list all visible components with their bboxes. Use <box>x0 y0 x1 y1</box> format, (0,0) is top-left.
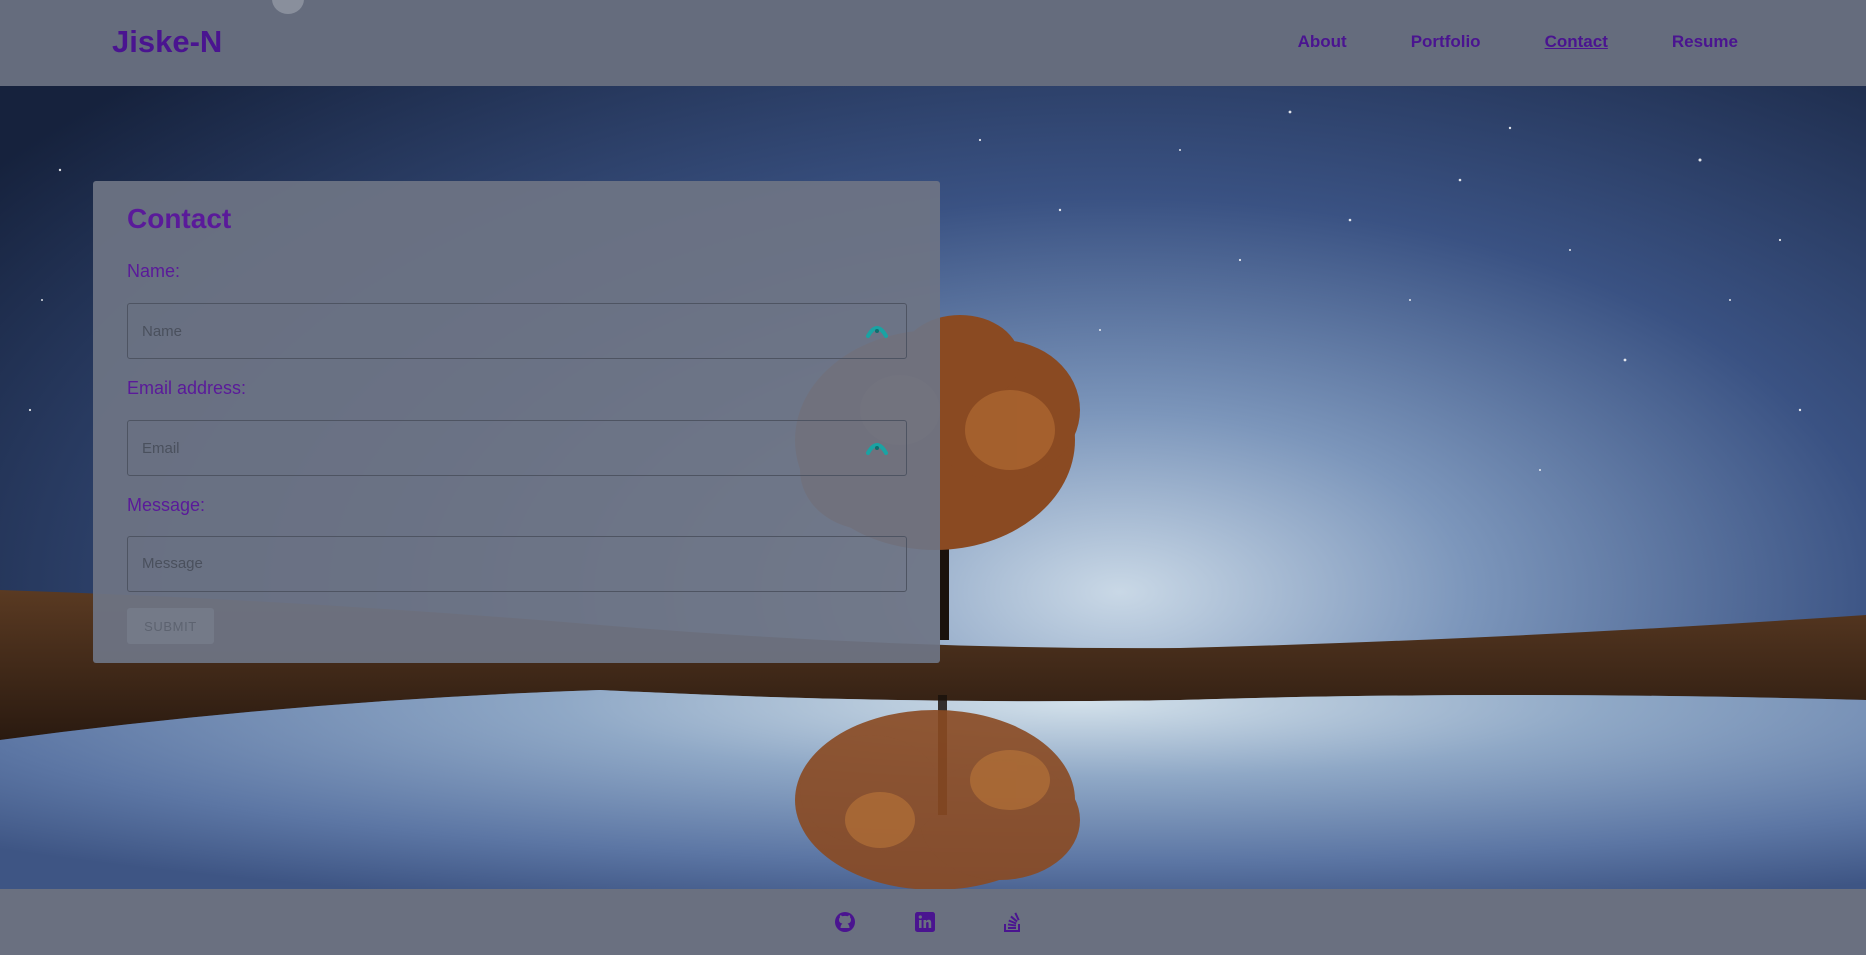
nav-link-portfolio[interactable]: Portfolio <box>1411 32 1481 52</box>
message-field <box>127 536 907 592</box>
site-header: Jiske-N About Portfolio Contact Resume <box>0 0 1866 86</box>
nav-link-contact[interactable]: Contact <box>1545 32 1608 52</box>
site-footer <box>0 889 1866 955</box>
email-label: Email address: <box>127 378 247 398</box>
contact-card: Contact Name: Email address: Message: SU… <box>93 181 940 663</box>
submit-button[interactable]: SUBMIT <box>127 608 214 644</box>
brand-logo-link[interactable]: Jiske-N <box>112 24 222 60</box>
github-icon <box>835 912 855 932</box>
moon-decoration <box>272 0 304 14</box>
password-manager-icon[interactable] <box>866 439 888 457</box>
name-input[interactable] <box>128 304 906 358</box>
linkedin-link[interactable] <box>912 909 938 935</box>
message-label: Message: <box>127 495 206 515</box>
linkedin-icon <box>915 912 935 932</box>
stackoverflow-icon <box>1004 912 1020 932</box>
name-field <box>127 303 907 359</box>
password-manager-icon[interactable] <box>866 322 888 340</box>
contact-title: Contact <box>127 203 232 234</box>
email-input[interactable] <box>128 421 906 475</box>
stackoverflow-link[interactable] <box>1000 909 1026 935</box>
message-input[interactable] <box>128 537 906 591</box>
nav-link-about[interactable]: About <box>1298 32 1347 52</box>
name-label: Name: <box>127 261 181 281</box>
nav-link-resume[interactable]: Resume <box>1672 32 1738 52</box>
main-nav: About Portfolio Contact Resume <box>1234 32 1738 52</box>
github-link[interactable] <box>832 909 858 935</box>
email-field <box>127 420 907 476</box>
